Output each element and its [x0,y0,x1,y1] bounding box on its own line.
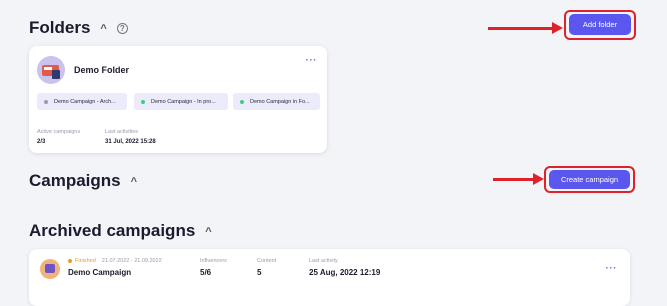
more-options-icon[interactable]: ··· [606,263,618,274]
influencers-value: 5/6 [200,268,212,277]
folders-title: Folders [29,18,91,37]
chip-label: Demo Campaign - In pro... [151,98,216,105]
annotation-arrow [488,22,563,33]
campaign-dates: 21.07.2022 - 21.09.2022 [101,258,162,264]
last-activity-label: Last activity [309,258,338,264]
archived-campaigns-header: Archived campaigns ^ [29,221,212,241]
campaign-row[interactable]: Finished 21.07.2022 - 21.09.2022 Demo Ca… [29,249,630,306]
status-dot [240,99,244,104]
last-activities-label: Last activities [105,129,139,135]
campaigns-title: Campaigns [29,171,121,190]
campaign-chip[interactable]: Demo Campaign in Fo... [233,93,320,110]
create-campaign-button[interactable]: Create campaign [549,170,630,189]
status-line: Finished 21.07.2022 - 21.09.2022 [68,258,162,264]
status-dot [141,99,145,104]
content-label: Content [257,258,277,264]
campaigns-header: Campaigns ^ [29,171,137,191]
content-value: 5 [257,268,262,277]
folder-name: Demo Folder [74,65,130,75]
status-dot [44,99,48,104]
annotation-arrow [493,173,544,184]
active-campaigns-label: Active campaigns [37,129,81,135]
status-badge: Finished [75,258,96,264]
more-options-icon[interactable]: ··· [306,55,318,66]
folders-header: Folders ^ ? [29,18,128,38]
campaign-chip[interactable]: Demo Campaign - In pro... [134,93,228,110]
chevron-up-icon[interactable]: ^ [205,226,211,238]
campaign-chip[interactable]: Demo Campaign - Arch... [37,93,127,110]
chevron-up-icon[interactable]: ^ [131,176,137,188]
influencers-label: Influencers [200,258,227,264]
last-activity-value: 25 Aug, 2022 12:19 [309,268,381,277]
add-folder-button[interactable]: Add folder [569,14,631,35]
active-campaigns-value: 2/3 [37,139,46,145]
last-activities-value: 31 Jul, 2022 15:28 [105,139,156,145]
chevron-up-icon[interactable]: ^ [100,23,106,35]
chip-label: Demo Campaign - Arch... [54,98,116,105]
campaign-name: Demo Campaign [68,268,132,277]
folder-avatar [37,56,65,84]
question-circle-icon[interactable]: ? [116,22,128,34]
campaign-avatar [40,259,60,279]
chip-label: Demo Campaign in Fo... [250,98,310,105]
status-dot [68,259,72,263]
archived-campaigns-title: Archived campaigns [29,221,196,240]
